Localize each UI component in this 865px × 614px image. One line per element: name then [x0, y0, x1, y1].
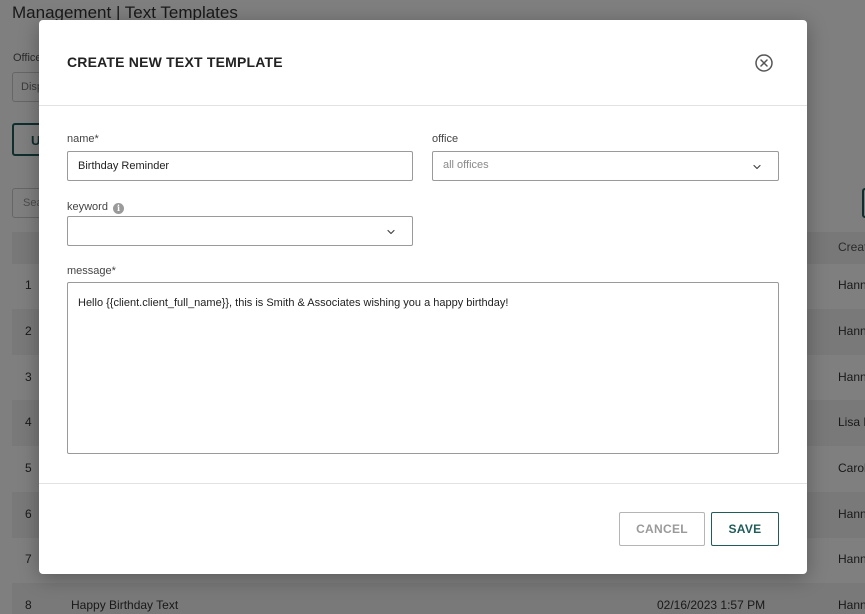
- required-mark: *: [94, 133, 99, 145]
- close-circle-icon: [755, 54, 773, 72]
- keyword-field-label: keyword i: [67, 201, 124, 214]
- save-button[interactable]: SAVE: [711, 512, 779, 546]
- modal-title: CREATE NEW TEXT TEMPLATE: [67, 54, 283, 70]
- create-template-modal: CREATE NEW TEXT TEMPLATE name* office al…: [39, 20, 807, 574]
- keyword-label-text: keyword: [67, 201, 108, 213]
- message-label-text: message: [67, 265, 112, 277]
- office-select[interactable]: all offices: [432, 151, 779, 181]
- message-field-label: message*: [67, 265, 116, 277]
- info-icon[interactable]: i: [112, 203, 124, 214]
- modal-header: CREATE NEW TEXT TEMPLATE: [39, 20, 807, 106]
- office-select-value: all offices: [443, 159, 489, 171]
- name-input[interactable]: [67, 151, 413, 181]
- keyword-select[interactable]: [67, 216, 413, 246]
- close-button[interactable]: [753, 52, 775, 74]
- chevron-down-icon: [753, 164, 761, 170]
- modal-footer: CANCEL SAVE: [39, 483, 807, 574]
- office-field-label: office: [432, 133, 459, 145]
- message-textarea[interactable]: Hello {{client.client_full_name}}, this …: [67, 282, 779, 454]
- name-field-label: name*: [67, 133, 99, 145]
- name-label-text: name: [67, 133, 95, 145]
- cancel-button[interactable]: CANCEL: [619, 512, 705, 546]
- required-mark: *: [111, 265, 116, 277]
- chevron-down-icon: [387, 229, 395, 235]
